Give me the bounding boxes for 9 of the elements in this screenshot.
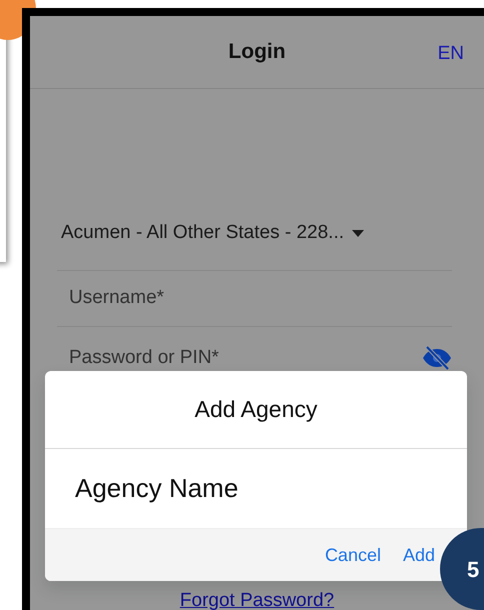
add-button[interactable]: Add bbox=[396, 540, 441, 570]
screen-title: Login bbox=[228, 39, 286, 66]
eye-slash-icon[interactable] bbox=[422, 346, 452, 370]
language-link[interactable]: EN bbox=[438, 40, 464, 68]
caret-icon[interactable] bbox=[352, 230, 364, 237]
forgot-password-link[interactable]: Forgot Password? bbox=[180, 586, 334, 610]
cancel-button[interactable]: Cancel bbox=[318, 540, 387, 570]
agency-dropdown[interactable]: Acumen - All Other States - 228... bbox=[61, 219, 344, 248]
username-field[interactable]: Username* bbox=[57, 270, 455, 326]
